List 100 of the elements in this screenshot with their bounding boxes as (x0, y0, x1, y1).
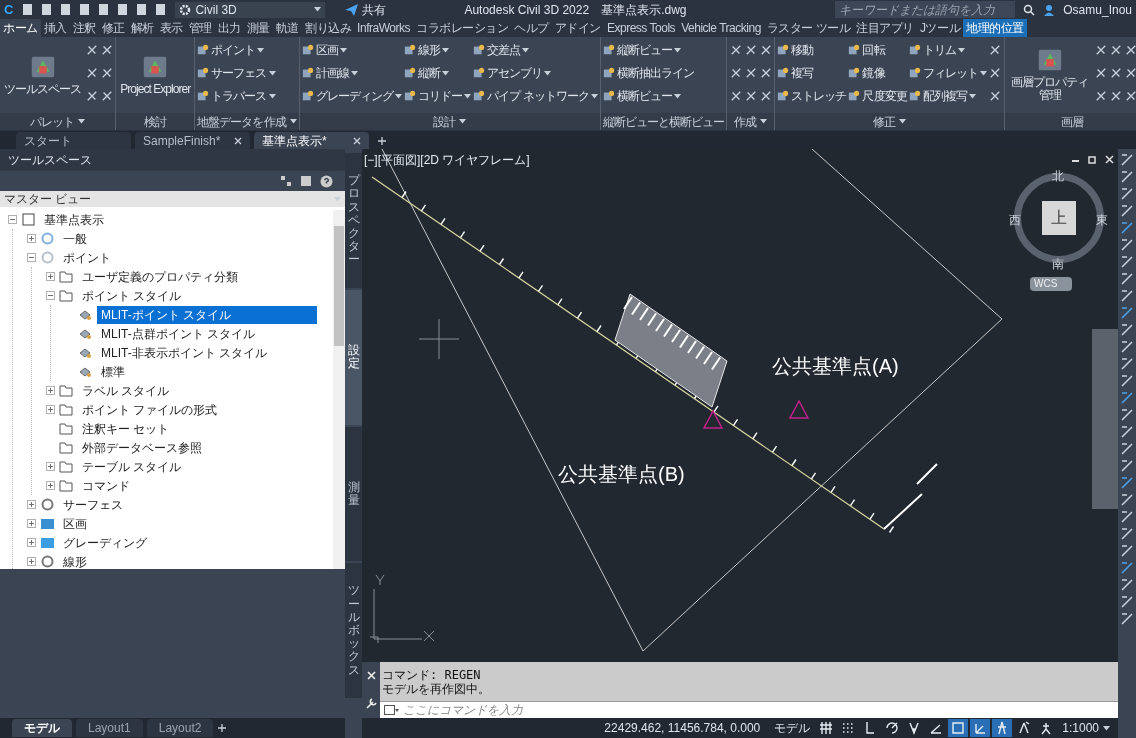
expand-icon[interactable] (27, 519, 36, 528)
ribbon-tab[interactable]: Jツール (916, 19, 964, 37)
ribbon-tab[interactable]: ヘルプ (511, 19, 552, 37)
app-menu-button[interactable]: C (4, 0, 14, 20)
tool-icon[interactable] (1120, 204, 1134, 218)
tree-item[interactable]: ポイント (59, 248, 115, 267)
close-icon[interactable] (353, 136, 361, 145)
tree-item[interactable]: ポイント スタイル (78, 286, 186, 305)
tool-button[interactable]: ストレッチ (777, 85, 847, 107)
view-dropdown[interactable]: マスター ビュー (0, 191, 345, 207)
tree-item[interactable]: 基準点表示 (40, 210, 108, 229)
ribbon-tab[interactable]: アドイン (551, 19, 604, 37)
document-tab[interactable]: 基準点表示* (254, 132, 369, 149)
tool-button[interactable]: 横断ビュー (602, 85, 695, 107)
tool-button[interactable]: 回転 (848, 39, 907, 61)
ribbon-tab[interactable]: 割り込み (302, 19, 355, 37)
close-icon[interactable] (1105, 155, 1114, 164)
tree-item[interactable]: ポイント ファイルの形式 (78, 400, 222, 419)
tool-button[interactable]: 配列複写 (908, 85, 987, 107)
ribbon-tab[interactable]: 表示 (156, 19, 186, 37)
plus-icon[interactable] (217, 723, 228, 733)
tree-item[interactable]: 外部データベース参照 (78, 438, 206, 457)
model-space-button[interactable]: モデル (770, 719, 815, 737)
ribbon-tab[interactable]: 挿入 (40, 19, 70, 37)
tool-button[interactable]: 鏡像 (848, 62, 907, 84)
tool-button[interactable]: アセンブリ (473, 62, 598, 84)
panel-title[interactable]: 修正 (775, 113, 1004, 130)
expand-icon[interactable] (27, 557, 36, 566)
side-tab[interactable]: 測量 (345, 426, 362, 562)
tool-icon[interactable] (1120, 408, 1134, 422)
tree-item[interactable]: コマンド (78, 476, 134, 495)
collapse-icon[interactable] (46, 291, 55, 300)
search-icon[interactable] (1023, 3, 1036, 16)
ribbon-tab[interactable]: コラボレーション (413, 19, 512, 37)
large-tool-button[interactable]: ツールスペース (2, 39, 84, 109)
expand-icon[interactable] (46, 386, 55, 395)
tree-item[interactable]: 標準 (97, 362, 129, 381)
tool-icon[interactable] (1120, 238, 1134, 252)
ribbon-tab[interactable]: 修正 (98, 19, 128, 37)
tool-icon[interactable] (1120, 425, 1134, 439)
tool-icon[interactable] (1120, 595, 1134, 609)
ribbon-tab[interactable]: 地理的位置 (963, 19, 1027, 37)
ribbon-tab[interactable]: 測量 (243, 19, 273, 37)
tool-icon[interactable] (1120, 510, 1134, 524)
panel-title[interactable]: 検討 (116, 113, 195, 130)
tree-item[interactable]: ラベル スタイル (78, 381, 174, 400)
tool-button[interactable]: 縦断 (403, 62, 472, 84)
tool-button[interactable]: パイプ ネットワーク (473, 85, 598, 107)
tree-item[interactable]: サーフェス (59, 495, 127, 514)
tool-button[interactable]: グレーディング (301, 85, 402, 107)
tool-icon[interactable] (1120, 442, 1134, 456)
side-tab[interactable]: 設定 (345, 289, 362, 425)
tool-icon[interactable] (1120, 493, 1134, 507)
ribbon-tab[interactable]: Vehicle Tracking (678, 19, 764, 37)
ribbon-tab[interactable]: 軌道 (272, 19, 302, 37)
layout-tab[interactable]: モデル (12, 719, 72, 737)
tool-button[interactable]: コリドー (403, 85, 472, 107)
tool-button[interactable]: 縦断ビュー (602, 39, 695, 61)
help-icon[interactable] (320, 174, 333, 188)
tool-button[interactable]: トラバース (197, 85, 276, 107)
tool-button[interactable]: 複写 (777, 62, 847, 84)
ribbon-tab[interactable]: Express Tools (603, 19, 679, 37)
collapse-icon[interactable] (8, 215, 17, 224)
layout-tab[interactable]: Layout1 (76, 719, 143, 737)
tool-button[interactable]: 区画 (301, 39, 402, 61)
ribbon-tab[interactable]: 注釈 (69, 19, 99, 37)
side-tab[interactable]: ツールボックス (345, 563, 362, 698)
expand-icon[interactable] (27, 500, 36, 509)
tool-icon[interactable] (1120, 578, 1134, 592)
tool-icon[interactable] (1120, 323, 1134, 337)
viewcube-face[interactable]: 上 (1042, 201, 1076, 235)
tree-item[interactable]: 一般 (59, 229, 91, 248)
plus-icon[interactable] (377, 136, 387, 146)
tool-button[interactable]: 尺度変更 (848, 85, 907, 107)
tool-button[interactable]: 移動 (777, 39, 847, 61)
large-tool-button[interactable]: Project Explorer (118, 39, 193, 109)
expand-icon[interactable] (46, 272, 55, 281)
tool-button[interactable]: 横断抽出ライン (602, 62, 695, 84)
panel-title[interactable]: パレット (0, 113, 116, 130)
new-file-icon[interactable] (21, 3, 35, 16)
close-icon[interactable] (234, 136, 242, 145)
command-prompt-icon[interactable] (384, 705, 399, 715)
collapse-icon[interactable] (27, 253, 36, 262)
tool-icon[interactable] (1120, 561, 1134, 575)
panel-title[interactable]: 画層 (1004, 113, 1136, 130)
grid-view-icon[interactable] (280, 175, 292, 187)
restore-icon[interactable] (1088, 155, 1097, 164)
panel-title[interactable]: 縦断ビューと横断ビュー (600, 113, 727, 130)
tool-icon[interactable] (1120, 221, 1134, 235)
tool-button[interactable]: 線形 (403, 39, 472, 61)
tool-button[interactable]: 交差点 (473, 39, 598, 61)
expand-icon[interactable] (46, 405, 55, 414)
panel-title[interactable]: 作成 (727, 113, 775, 130)
document-tab[interactable]: SampleFinish* (135, 132, 250, 149)
tool-icon[interactable] (1120, 527, 1134, 541)
user-name[interactable]: Osamu_Inou (1063, 0, 1132, 19)
layout-tab[interactable]: Layout2 (146, 719, 214, 737)
ribbon-tab[interactable]: ラスター ツール (763, 19, 854, 37)
tool-icon[interactable] (1120, 153, 1134, 167)
ribbon-tab[interactable]: 注目アプリ (853, 19, 917, 37)
